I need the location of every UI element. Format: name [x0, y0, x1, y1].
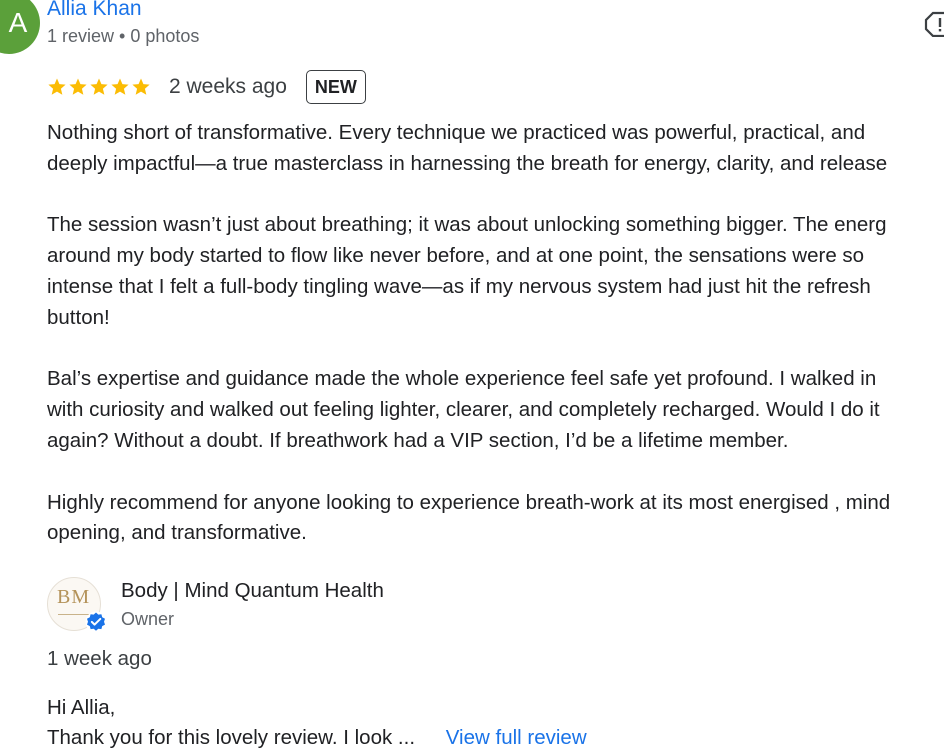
- review-line: Bal’s expertise and guidance made the wh…: [47, 367, 877, 391]
- flag-icon[interactable]: [924, 11, 944, 37]
- owner-role: Owner: [121, 609, 175, 629]
- review-line: again? Without a doubt. If breathwork ha…: [47, 428, 789, 452]
- review-line: Nothing short of transformative. Every t…: [47, 121, 866, 144]
- star-icon: [90, 78, 108, 95]
- review-line: The session wasn’t just about breathing;…: [47, 213, 887, 237]
- review-line: with curiosity and walked out feeling li…: [47, 398, 880, 422]
- review-line: intense that I felt a full-body tingling…: [47, 274, 871, 298]
- reviewer-initial: A: [8, 7, 28, 38]
- reviewer-meta: 1 review • 0 photos: [47, 26, 200, 46]
- star-icon: [111, 78, 129, 95]
- reply-preview-row: Thank you for this lovely review. I look…: [47, 726, 587, 750]
- reply-greeting: Hi Allia,: [47, 696, 116, 719]
- reviewer-avatar[interactable]: A: [0, 0, 40, 54]
- star-icon: [69, 78, 87, 95]
- owner-name: Body | Mind Quantum Health: [121, 579, 384, 602]
- reply-date: 1 week ago: [47, 647, 152, 670]
- verified-badge-icon: [85, 611, 107, 633]
- new-badge: NEW: [305, 70, 366, 104]
- reviewer-name[interactable]: Allia Khan: [47, 0, 142, 21]
- view-full-review-link[interactable]: View full review: [446, 726, 587, 749]
- review-line: deeply impactful—a true masterclass in h…: [47, 151, 888, 175]
- reply-preview: Thank you for this lovely review. I look…: [47, 726, 416, 749]
- review-line: opening, and transformative.: [47, 521, 307, 545]
- review-date: 2 weeks ago: [169, 75, 287, 98]
- review-line: around my body started to flow like neve…: [47, 244, 865, 268]
- star-icon: [132, 78, 150, 95]
- review-line: button!: [47, 305, 110, 329]
- rating-row: 2 weeks ago NEW: [47, 69, 366, 105]
- review-text: Nothing short of transformative. Every t…: [47, 118, 944, 549]
- review-line: Highly recommend for anyone looking to e…: [47, 490, 891, 514]
- star-icon: [48, 78, 66, 95]
- star-rating: [47, 77, 151, 97]
- owner-logo-monogram: BM: [57, 586, 91, 608]
